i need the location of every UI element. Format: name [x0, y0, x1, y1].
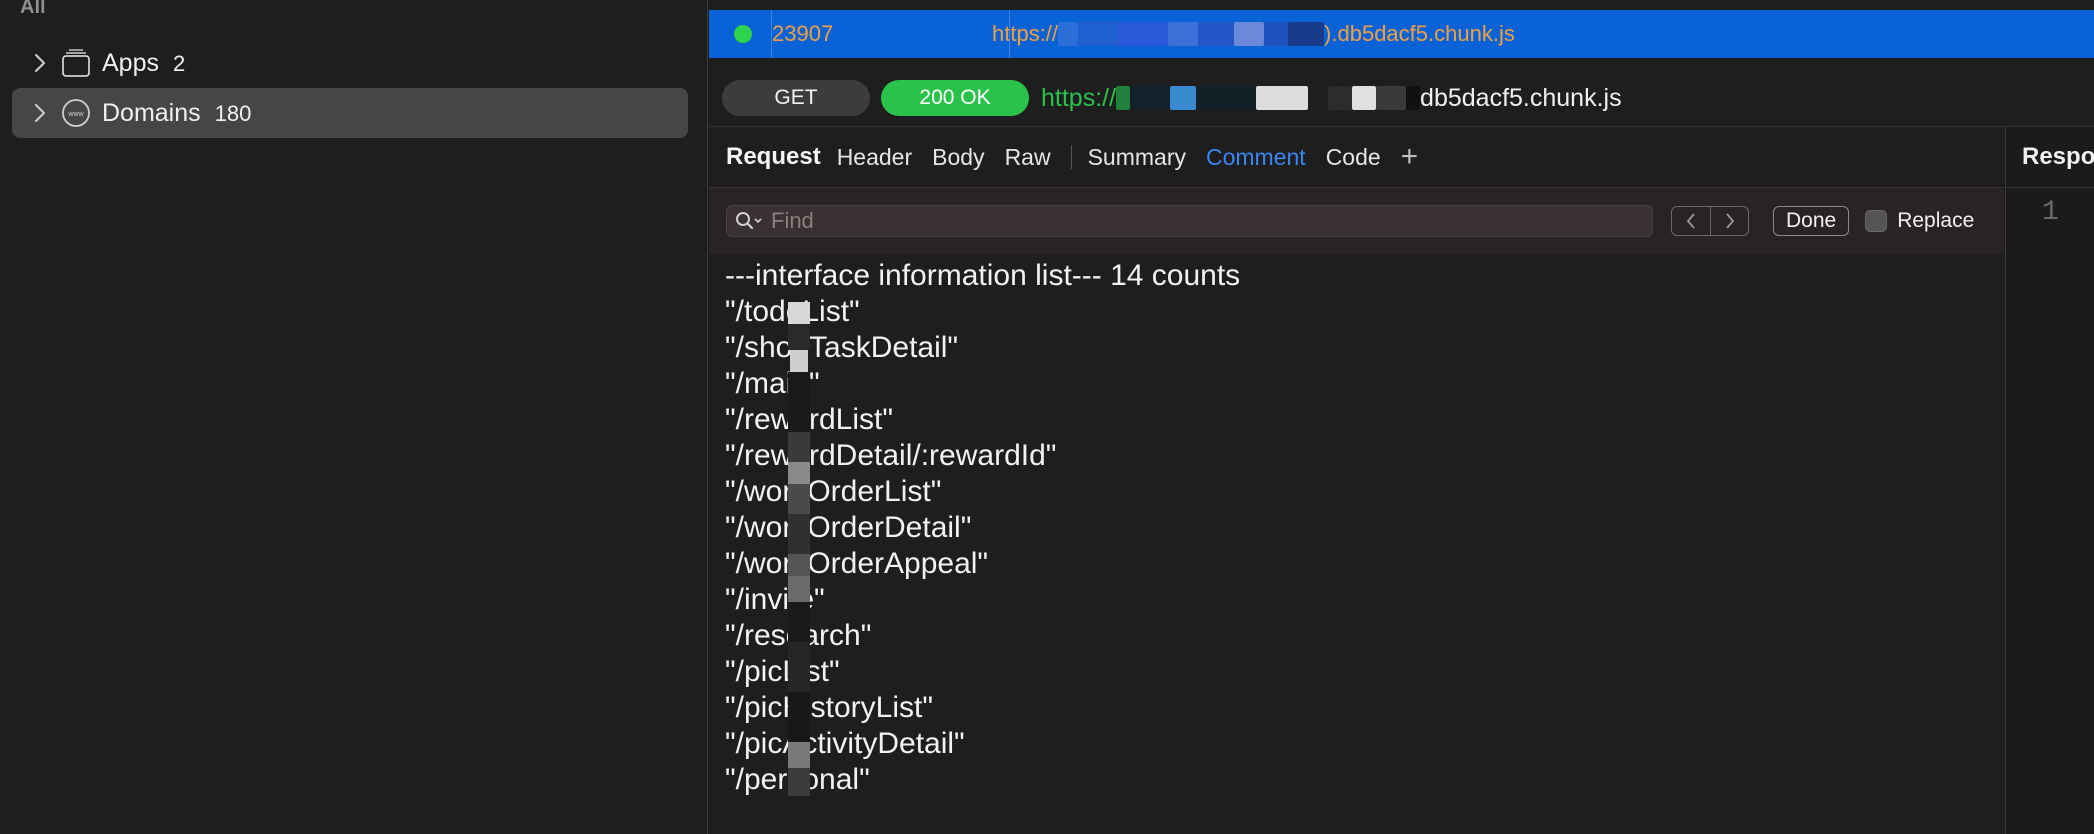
selected-request-row[interactable]: 23907 https:// ).db5dacf5.chunk.js — [709, 10, 2094, 58]
request-pane-title: Request — [726, 143, 821, 170]
redaction-block — [1352, 86, 1377, 110]
sidebar-item-count: 180 — [214, 101, 252, 126]
search-icon[interactable] — [735, 211, 763, 231]
redaction-block — [1196, 86, 1257, 110]
replace-toggle[interactable]: Replace — [1865, 209, 1974, 233]
comment-line: "/todoList" — [725, 294, 1985, 330]
find-input[interactable] — [771, 208, 1631, 234]
svg-text:www: www — [67, 111, 84, 118]
response-pane-title: Response — [2022, 143, 2094, 170]
add-tab-button[interactable]: + — [1401, 142, 1419, 172]
tab-code[interactable]: Code — [1326, 144, 1381, 171]
status-badge: 200 OK — [881, 80, 1029, 116]
comment-line: "/research" — [725, 618, 1985, 654]
comment-line: "/picHistoryList" — [725, 691, 934, 724]
comment-line: ---interface information list--- 14 coun… — [725, 259, 1241, 292]
replace-label: Replace — [1897, 209, 1975, 232]
find-bar: Done Replace — [709, 188, 2004, 254]
redaction-block — [1118, 22, 1169, 46]
divider — [2006, 187, 2094, 188]
sidebar-section-label: All — [20, 0, 46, 18]
redaction-block — [1376, 86, 1407, 110]
sidebar-item-apps[interactable]: Apps 2 — [12, 38, 688, 88]
sidebar-item-count: 2 — [172, 51, 186, 76]
tab-header[interactable]: Header — [837, 144, 912, 171]
redaction-block — [1078, 22, 1119, 46]
sidebar-item-domains[interactable]: www Domains 180 — [12, 88, 688, 138]
redaction-block — [1288, 22, 1325, 46]
comment-line: "/personal" — [725, 762, 1985, 798]
redaction-block — [1198, 22, 1235, 46]
sidebar: All Apps 2 www Domains 180 — [0, 0, 708, 834]
redaction-block — [1406, 86, 1421, 110]
comment-content[interactable]: ---interface information list--- 14 coun… — [725, 258, 1985, 818]
tab-comment[interactable]: Comment — [1206, 144, 1306, 171]
replace-checkbox[interactable] — [1865, 210, 1888, 232]
request-url-suffix: db5dacf5.chunk.js — [1420, 83, 1622, 112]
column-divider — [1009, 10, 1010, 58]
redaction-block — [1234, 22, 1265, 46]
comment-line: "/workOrderAppeal" — [725, 547, 989, 580]
sidebar-item-label: Domains — [102, 98, 201, 127]
tab-summary[interactable]: Summary — [1088, 144, 1186, 171]
redaction-block — [1264, 22, 1289, 46]
find-field[interactable] — [726, 205, 1653, 237]
main-panel: 23907 https:// ).db5dacf5.chunk.js GET 2… — [709, 0, 2094, 834]
sidebar-item-label: Apps — [102, 48, 159, 77]
next-match-button[interactable] — [1710, 207, 1748, 235]
request-url: https:// ).db5dacf5.chunk.js — [992, 21, 1515, 47]
comment-line: "/picActivityDetail" — [725, 727, 965, 760]
request-line: GET 200 OK https:// db5dacf5.chunk.js — [709, 74, 2094, 122]
previous-match-button[interactable] — [1672, 207, 1710, 235]
comment-line: "/shopTaskDetail" — [725, 331, 959, 364]
response-pane: Response 1 — [2005, 127, 2094, 834]
request-url-prefix: https:// — [1041, 83, 1117, 112]
comment-line: "/workOrderList" — [725, 475, 942, 508]
comment-line: "/picList" — [725, 655, 840, 688]
comment-line: "/workOrderDetail" — [725, 511, 972, 544]
request-url-prefix: https:// — [992, 21, 1059, 46]
redaction-block — [1130, 86, 1171, 110]
request-url-suffix: ).db5dacf5.chunk.js — [1324, 21, 1515, 46]
redaction-block — [1170, 86, 1197, 110]
method-badge: GET — [722, 80, 870, 116]
comment-line: "/main" — [725, 367, 820, 400]
line-number: 1 — [2042, 197, 2059, 228]
comment-line: "/rewardDetail/:rewardId" — [725, 439, 1057, 472]
status-dot — [734, 25, 752, 43]
find-navigation — [1671, 206, 1749, 236]
done-button[interactable]: Done — [1773, 206, 1850, 236]
www-globe-icon: www — [58, 97, 94, 129]
app-window: All Apps 2 www Domains 180 23907 https:/… — [0, 0, 2094, 834]
tab-separator — [1070, 145, 1072, 169]
tab-body[interactable]: Body — [932, 144, 984, 171]
request-tabs: Request Header Body Raw Summary Comment … — [709, 127, 2004, 187]
redaction-mask — [788, 302, 810, 796]
redaction-block — [1116, 86, 1131, 110]
redaction-block — [1256, 86, 1309, 110]
redaction-block — [1058, 22, 1079, 46]
comment-line: "/rewardList" — [725, 402, 1985, 438]
request-id: 23907 — [772, 21, 834, 46]
redaction-block — [1168, 22, 1199, 46]
redaction-block — [1328, 86, 1353, 110]
request-url-full[interactable]: https:// db5dacf5.chunk.js — [1041, 84, 1622, 113]
folder-icon — [58, 47, 94, 79]
tab-raw[interactable]: Raw — [1005, 144, 1051, 171]
comment-line: "/invite" — [725, 583, 825, 616]
column-divider — [771, 10, 772, 58]
redaction-block — [1308, 86, 1329, 110]
